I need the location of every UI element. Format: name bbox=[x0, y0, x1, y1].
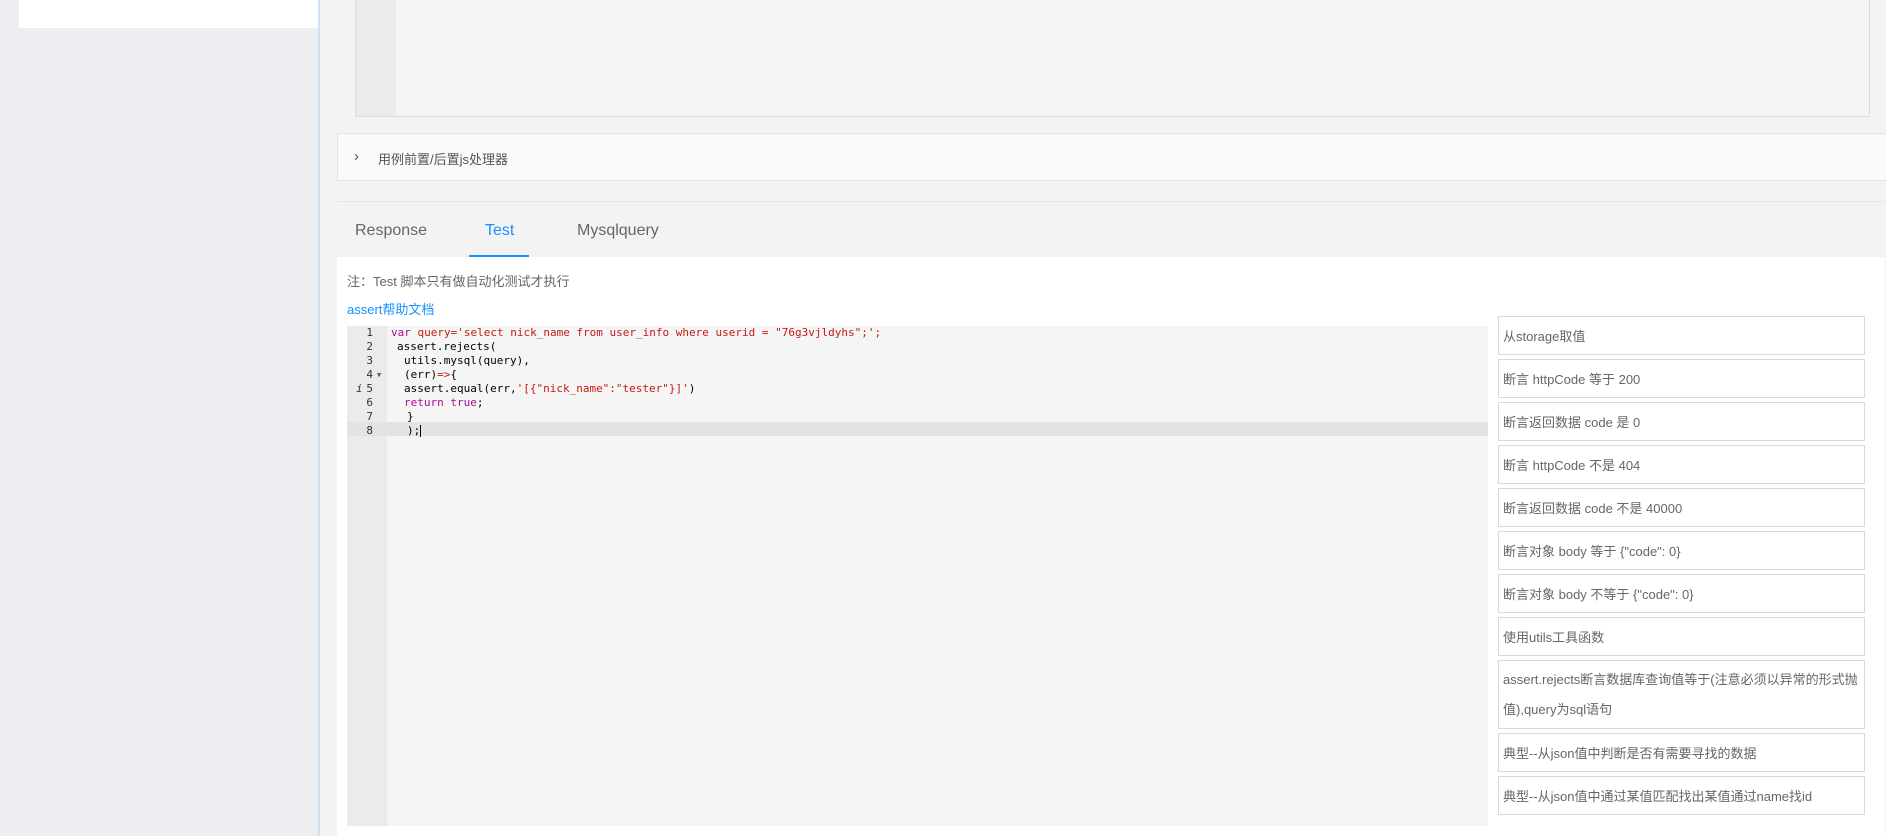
tab-response[interactable]: Response bbox=[355, 202, 427, 258]
line-number: 5 bbox=[366, 382, 373, 395]
line-number: 1 bbox=[366, 326, 373, 339]
code-line: 4 ▼ (err)=>{ bbox=[347, 368, 1488, 382]
line-text: var query='select nick_name from user_in… bbox=[391, 326, 882, 339]
code-line: 6 return true; bbox=[347, 396, 1488, 410]
tab-bar: Response Test Mysqlquery bbox=[337, 201, 1885, 258]
snippet-item[interactable]: assert.rejects断言数据库查询值等于(注意必须以异常的形式抛值),q… bbox=[1498, 660, 1865, 729]
snippet-item[interactable]: 使用utils工具函数 bbox=[1498, 617, 1865, 656]
snippet-item[interactable]: 典型--从json值中判断是否有需要寻找的数据 bbox=[1498, 733, 1865, 772]
snippet-item[interactable]: 典型--从json值中通过某值匹配找出某值通过name找id bbox=[1498, 776, 1865, 815]
snippet-item[interactable]: 断言对象 body 等于 {"code": 0} bbox=[1498, 531, 1865, 570]
code-line: 3 utils.mysql(query), bbox=[347, 354, 1488, 368]
code-line: 2 assert.rejects( bbox=[347, 340, 1488, 354]
line-number: 6 bbox=[366, 396, 373, 409]
js-processor-collapse[interactable]: › 用例前置/后置js处理器 bbox=[337, 133, 1886, 181]
code-line: i 5 assert.equal(err,'[{"nick_name":"tes… bbox=[347, 382, 1488, 396]
code-lines: 1 var query='select nick_name from user_… bbox=[347, 326, 1488, 438]
chevron-right-icon: › bbox=[354, 148, 359, 165]
text-cursor bbox=[420, 425, 422, 437]
fold-triangle-icon[interactable]: ▼ bbox=[377, 368, 381, 382]
snippet-item[interactable]: 断言返回数据 code 不是 40000 bbox=[1498, 488, 1865, 527]
line-text: (err)=>{ bbox=[404, 368, 457, 381]
line-text: utils.mysql(query), bbox=[404, 354, 530, 367]
line-number: 2 bbox=[366, 340, 373, 353]
line-number: 3 bbox=[366, 354, 373, 367]
line-number: 4 bbox=[366, 368, 373, 381]
line-text: } bbox=[407, 410, 414, 423]
collapse-label: 用例前置/后置js处理器 bbox=[378, 152, 509, 167]
code-line: 8 ); bbox=[347, 424, 1488, 438]
main-content: › 用例前置/后置js处理器 Response Test Mysqlquery … bbox=[320, 0, 1886, 836]
tab-test[interactable]: Test bbox=[485, 202, 514, 258]
line-text: return true; bbox=[404, 396, 484, 409]
code-line: 1 var query='select nick_name from user_… bbox=[347, 326, 1488, 340]
test-note: 注：Test 脚本只有做自动化测试才执行 bbox=[347, 274, 570, 289]
snippet-item[interactable]: 从storage取值 bbox=[1498, 316, 1865, 355]
tab-mysqlquery[interactable]: Mysqlquery bbox=[577, 202, 659, 258]
left-panel bbox=[19, 0, 319, 28]
assert-doc-link[interactable]: assert帮助文档 bbox=[347, 299, 434, 318]
editor-gutter bbox=[356, 0, 396, 116]
line-text: assert.equal(err,'[{"nick_name":"tester"… bbox=[404, 382, 696, 395]
snippet-list: 从storage取值 断言 httpCode 等于 200 断言返回数据 cod… bbox=[1498, 316, 1865, 819]
snippet-item[interactable]: 断言 httpCode 不是 404 bbox=[1498, 445, 1865, 484]
line-text: assert.rejects( bbox=[397, 340, 497, 353]
snippet-item[interactable]: 断言对象 body 不等于 {"code": 0} bbox=[1498, 574, 1865, 613]
line-number: 7 bbox=[366, 410, 373, 423]
test-panel: 注：Test 脚本只有做自动化测试才执行 assert帮助文档 1 var qu… bbox=[337, 257, 1885, 836]
body-editor[interactable] bbox=[355, 0, 1870, 117]
snippet-item[interactable]: 断言返回数据 code 是 0 bbox=[1498, 402, 1865, 441]
test-script-editor[interactable]: 1 var query='select nick_name from user_… bbox=[347, 326, 1488, 826]
snippet-item[interactable]: 断言 httpCode 等于 200 bbox=[1498, 359, 1865, 398]
code-line: 7 } bbox=[347, 410, 1488, 424]
line-text: ); bbox=[407, 424, 422, 437]
line-number: 8 bbox=[366, 424, 373, 437]
